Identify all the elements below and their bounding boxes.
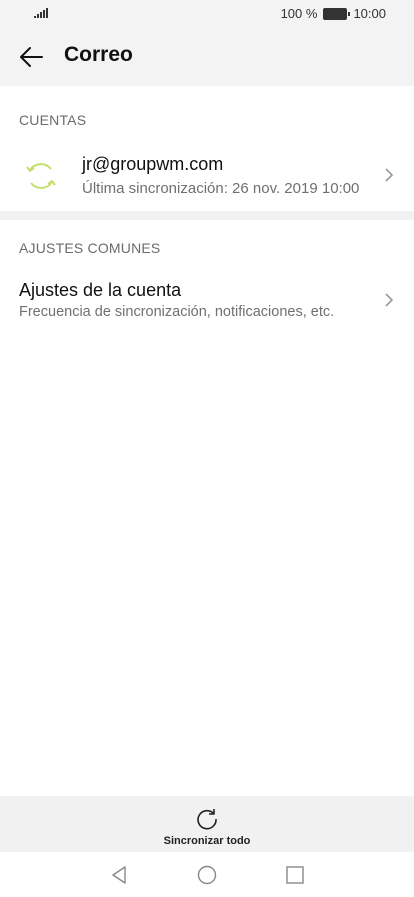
section-divider <box>0 211 414 220</box>
sync-all-label: Sincronizar todo <box>163 835 251 847</box>
sync-all-button[interactable]: Sincronizar todo <box>157 802 257 850</box>
battery-percent: 100 % <box>280 6 318 21</box>
status-bar: 100 % 10:00 <box>0 0 414 28</box>
battery-icon <box>323 7 351 20</box>
page-title: Correo <box>64 43 133 66</box>
back-arrow-icon[interactable] <box>18 44 44 70</box>
chevron-right-icon <box>385 168 394 182</box>
refresh-icon <box>197 809 217 830</box>
section-label-accounts: CUENTAS <box>19 112 87 128</box>
nav-home-icon[interactable] <box>196 864 218 886</box>
account-last-sync: Última sincronización: 26 nov. 2019 10:0… <box>82 180 360 197</box>
account-settings-item[interactable]: Ajustes de la cuenta Frecuencia de sincr… <box>0 276 414 326</box>
account-email: jr@groupwm.com <box>82 154 224 174</box>
sync-status-icon <box>26 163 56 189</box>
section-label-common-settings: AJUSTES COMUNES <box>19 240 161 256</box>
nav-back-icon[interactable] <box>108 864 130 886</box>
system-nav-bar <box>0 852 414 897</box>
bottom-action-bar: Sincronizar todo <box>0 796 414 852</box>
chevron-right-icon <box>385 293 394 307</box>
nav-recents-icon[interactable] <box>284 864 306 886</box>
signal-icon <box>34 8 48 18</box>
clock: 10:00 <box>353 6 386 21</box>
app-header: Correo <box>0 28 414 86</box>
account-settings-subtitle: Frecuencia de sincronización, notificaci… <box>19 304 335 320</box>
account-settings-title: Ajustes de la cuenta <box>19 280 182 300</box>
account-row[interactable]: jr@groupwm.com Última sincronización: 26… <box>0 140 414 210</box>
